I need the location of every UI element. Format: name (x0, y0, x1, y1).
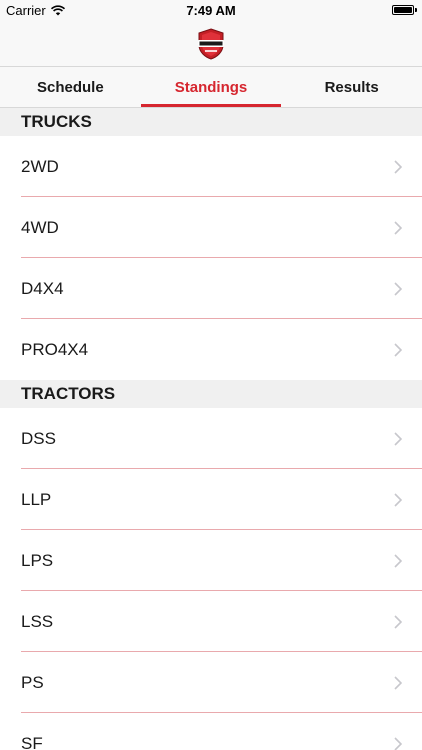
chevron-right-icon (394, 220, 402, 235)
list-item-4wd[interactable]: 4WD (0, 197, 422, 258)
list-item-pro4x4[interactable]: PRO4X4 (0, 319, 422, 380)
tab-results[interactable]: Results (281, 67, 422, 107)
app-screen: Carrier 7:49 AM Schedule Standings Resul… (0, 0, 422, 750)
list-item-label: PS (21, 672, 44, 692)
list-item-lss[interactable]: LSS (0, 591, 422, 652)
list-item-sf[interactable]: SF (0, 713, 422, 750)
list-item-label: PRO4X4 (21, 339, 89, 359)
nav-bar (0, 22, 422, 66)
tab-schedule[interactable]: Schedule (0, 67, 141, 107)
standings-list: TRUCKS 2WD 4WD D4X4 PRO4X4 TRACTORS DSS … (0, 108, 422, 750)
list-item-label: D4X4 (21, 278, 64, 298)
clock: 7:49 AM (186, 3, 236, 18)
section-header-tractors: TRACTORS (0, 380, 422, 408)
list-item-ps[interactable]: PS (0, 652, 422, 713)
section-header-trucks: TRUCKS (0, 108, 422, 136)
list-item-2wd[interactable]: 2WD (0, 136, 422, 197)
chevron-right-icon (394, 553, 402, 568)
chevron-right-icon (394, 342, 402, 357)
list-item-dss[interactable]: DSS (0, 408, 422, 469)
chevron-right-icon (394, 492, 402, 507)
list-item-llp[interactable]: LLP (0, 469, 422, 530)
chevron-right-icon (394, 281, 402, 296)
outlaw-logo-icon (198, 28, 224, 60)
list-item-label: LSS (21, 611, 54, 631)
list-item-label: DSS (21, 428, 56, 448)
list-item-label: 4WD (21, 217, 59, 237)
chevron-right-icon (394, 159, 402, 174)
status-bar: Carrier 7:49 AM (0, 0, 422, 22)
list-item-label: SF (21, 733, 43, 750)
list-item-d4x4[interactable]: D4X4 (0, 258, 422, 319)
battery-icon (392, 5, 417, 15)
list-item-lps[interactable]: LPS (0, 530, 422, 591)
segment-tabs: Schedule Standings Results (0, 66, 422, 108)
list-item-label: LLP (21, 489, 52, 509)
chevron-right-icon (394, 736, 402, 750)
list-item-label: LPS (21, 550, 54, 570)
chevron-right-icon (394, 614, 402, 629)
list-item-label: 2WD (21, 156, 59, 176)
chevron-right-icon (394, 431, 402, 446)
tab-standings[interactable]: Standings (140, 67, 282, 107)
chevron-right-icon (394, 675, 402, 690)
